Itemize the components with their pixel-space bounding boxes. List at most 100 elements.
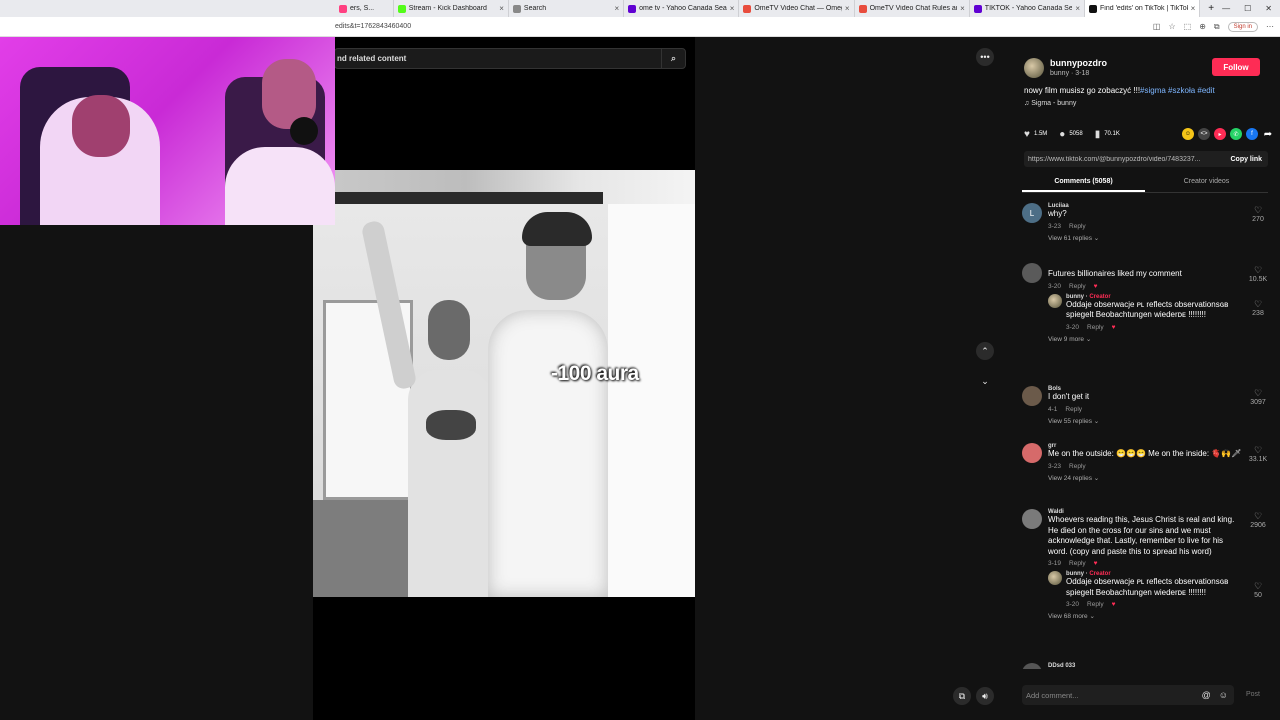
view-more-replies-button[interactable]: View 9 more ⌄ [1048,335,1244,343]
reply-author[interactable]: bunny [1066,294,1084,300]
next-video-icon[interactable]: ⌄ [976,372,994,390]
pip-icon[interactable]: ⧉ [953,687,971,705]
embed-icon[interactable]: <> [1198,128,1210,140]
browser-tab[interactable]: ers, S... [335,0,394,17]
heart-icon[interactable]: ♥ [1024,129,1030,140]
follow-button[interactable]: Follow [1212,58,1260,76]
reply-button[interactable]: Reply [1087,601,1104,608]
repost-icon[interactable]: ☺ [1182,128,1194,140]
view-replies-button[interactable]: View 61 replies ⌄ [1048,234,1244,242]
comment-like[interactable]: ♡ 33.1K [1246,445,1270,463]
caption-hashtags[interactable]: #sigma #szkoła #edit [1140,86,1215,95]
close-icon[interactable]: × [499,4,504,13]
browser-tab[interactable]: ome tv - Yahoo Canada Search× [624,0,740,17]
share-arrow-icon[interactable]: ➦ [1262,128,1274,140]
heart-outline-icon[interactable]: ♡ [1246,205,1270,216]
facebook-icon[interactable]: f [1246,128,1258,140]
reply-button[interactable]: Reply [1069,560,1086,567]
browser-tab[interactable]: OmeTV Video Chat — Omegle × [739,0,855,17]
collections-icon[interactable]: ⧉ [1214,22,1220,32]
comment-author[interactable]: DDsd 033 [1048,663,1244,669]
comment-like[interactable]: ♡ 2906 [1246,511,1270,529]
comment-avatar[interactable] [1022,263,1042,283]
extension-icon[interactable]: ⬚ [1184,22,1192,31]
more-menu-icon[interactable]: ⋯ [1266,22,1274,31]
comment-like[interactable]: ♡ 3097 [1246,388,1270,406]
close-icon[interactable]: × [960,4,965,13]
heart-outline-icon[interactable]: ♡ [1246,299,1270,310]
previous-video-icon[interactable]: ⌃ [976,342,994,360]
reading-mode-icon[interactable]: ◫ [1153,22,1161,31]
search-input[interactable]: nd related content [335,54,661,63]
close-window-icon[interactable]: ✕ [1265,4,1272,13]
author-name[interactable]: bunnypozdro [1050,58,1107,68]
reply-button[interactable]: Reply [1069,463,1086,470]
microphone [290,117,318,145]
comment-avatar[interactable] [1022,443,1042,463]
close-icon[interactable]: × [614,4,619,13]
browser-tab-active[interactable]: Find 'edits' on TikTok | TikTok × [1085,0,1201,17]
reply-button[interactable]: Reply [1069,223,1086,230]
comment-avatar[interactable] [1022,509,1042,529]
reply-like[interactable]: ♡ 50 [1246,581,1270,599]
heart-outline-icon[interactable]: ♡ [1246,511,1270,522]
comment-input[interactable]: Add comment... @ ☺ [1022,685,1234,705]
heart-outline-icon[interactable]: ♡ [1246,265,1270,276]
browser-tab[interactable]: Stream - Kick Dashboard × [394,0,509,17]
video-link[interactable]: https://www.tiktok.com/@bunnypozdro/vide… [1024,156,1224,163]
browser-tab[interactable]: TIKTOK - Yahoo Canada Search× [970,0,1086,17]
mention-icon[interactable]: @ [1202,690,1211,700]
close-icon[interactable]: × [730,4,735,13]
volume-icon[interactable]: 🔊︎ [976,687,994,705]
browser-tab[interactable]: Search × [509,0,625,17]
close-icon[interactable]: × [845,4,850,13]
heart-outline-icon[interactable]: ♡ [1246,581,1270,592]
bookmark-icon[interactable]: ▮ [1095,129,1101,140]
reply-like[interactable]: ♡ 238 [1246,299,1270,317]
search-icon[interactable]: ⌕ [661,48,685,69]
music-title[interactable]: Sigma - bunny [1031,100,1076,107]
heart-outline-icon[interactable]: ♡ [1246,388,1270,399]
comment-like[interactable]: ♡ 10.5K [1246,265,1270,283]
music-row[interactable]: ♫ Sigma - bunny [1024,100,1076,107]
url-field[interactable]: edits&t=1762843460400 [0,23,411,30]
like-stat[interactable]: ♥ 1.5M [1024,129,1047,140]
new-tab-icon[interactable]: + [1200,3,1222,14]
reply-avatar[interactable] [1048,293,1062,308]
comment-avatar[interactable] [1022,663,1042,669]
maximize-icon[interactable]: ☐ [1244,4,1251,13]
send-icon[interactable]: ▸ [1214,128,1226,140]
extension-icon[interactable]: ⊕ [1199,22,1206,31]
comments-sidebar: bunnypozdro bunny · 3-18 Follow nowy fil… [1010,37,1280,720]
reply-avatar[interactable] [1048,571,1062,585]
more-options-icon[interactable]: ••• [976,48,994,66]
close-icon[interactable]: × [1191,4,1196,13]
view-more-replies-button[interactable]: View 68 more ⌄ [1048,612,1244,620]
heart-outline-icon[interactable]: ♡ [1246,445,1270,456]
comment-stat[interactable]: ● 5058 [1059,129,1082,140]
emoji-icon[interactable]: ☺ [1219,690,1228,700]
comment-like[interactable]: ♡ 270 [1246,205,1270,223]
view-replies-button[interactable]: View 24 replies ⌄ [1048,474,1244,482]
comment-icon[interactable]: ● [1059,129,1065,140]
tab-comments[interactable]: Comments (5058) [1022,173,1145,192]
view-replies-button[interactable]: View 55 replies ⌄ [1048,417,1244,425]
tab-creator-videos[interactable]: Creator videos [1145,173,1268,192]
reply-button[interactable]: Reply [1065,406,1082,413]
comment-avatar[interactable]: L [1022,203,1042,223]
comment-avatar[interactable] [1022,386,1042,406]
post-button[interactable]: Post [1246,691,1260,698]
reply-button[interactable]: Reply [1069,283,1086,290]
close-icon[interactable]: × [1075,4,1080,13]
favorite-star-icon[interactable]: ☆ [1168,22,1175,31]
sign-in-button[interactable]: Sign in [1227,21,1258,32]
minimize-icon[interactable]: — [1222,4,1230,13]
reply-button[interactable]: Reply [1087,324,1104,331]
author-avatar[interactable] [1024,58,1044,78]
search-bar[interactable]: nd related content ⌕ [334,48,686,69]
save-stat[interactable]: ▮ 70.1K [1095,129,1120,140]
copy-link-button[interactable]: Copy link [1224,156,1268,163]
whatsapp-icon[interactable]: ✆ [1230,128,1242,140]
video-frame[interactable]: -100 aura [313,170,695,597]
browser-tab[interactable]: OmeTV Video Chat Rules and R× [855,0,970,17]
